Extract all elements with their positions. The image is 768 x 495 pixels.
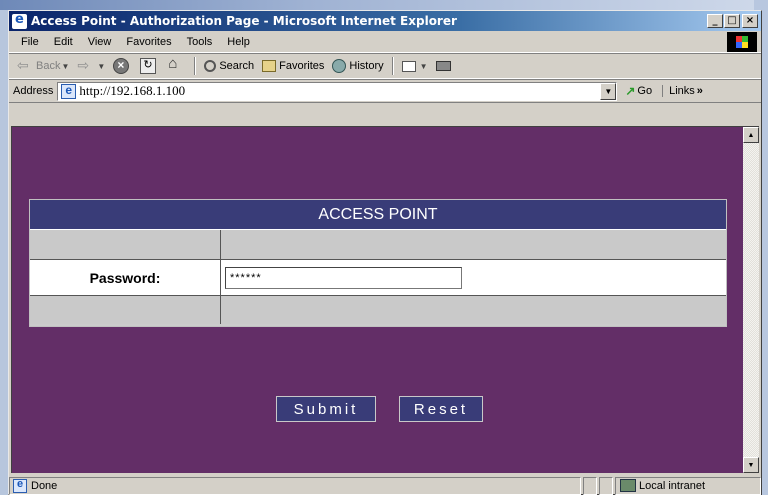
favorites-label: Favorites	[279, 60, 325, 72]
menu-file[interactable]: File	[15, 36, 48, 48]
zone-label: Local intranet	[639, 479, 706, 492]
history-button[interactable]: History	[328, 59, 387, 73]
page-content: ACCESS POINT Password: ****** Submit Res…	[11, 126, 759, 473]
address-label: Address	[13, 85, 54, 97]
mail-icon	[401, 60, 416, 72]
menu-help[interactable]: Help	[221, 36, 259, 48]
address-bar: Address http://192.168.1.100 ▼ ↗ Go Link…	[9, 79, 761, 103]
password-input[interactable]: ******	[225, 266, 462, 289]
links-button[interactable]: Links»	[662, 85, 703, 97]
back-arrow-icon	[17, 57, 33, 74]
vertical-scrollbar[interactable]: ▲ ▼	[743, 127, 759, 473]
close-button[interactable]: ×	[742, 14, 758, 28]
table-row	[30, 296, 726, 324]
printer-icon	[435, 61, 451, 71]
windows-logo-icon	[727, 32, 757, 52]
password-row: Password: ******	[30, 260, 726, 296]
minimize-button[interactable]: _	[707, 14, 723, 28]
table-cell	[221, 230, 726, 259]
history-label: History	[349, 60, 384, 72]
password-label: Password:	[30, 260, 221, 295]
local-intranet-icon	[620, 479, 636, 492]
reset-button[interactable]: Reset	[399, 396, 483, 422]
back-dropdown-icon[interactable]: ▼	[61, 62, 69, 71]
ie-window-icon[interactable]	[12, 12, 27, 29]
table-cell	[30, 230, 221, 259]
home-icon	[167, 55, 183, 74]
print-button[interactable]	[432, 61, 458, 71]
favorites-button[interactable]: Favorites	[258, 60, 328, 72]
desktop-background	[0, 0, 768, 10]
menu-edit[interactable]: Edit	[48, 36, 82, 48]
search-icon	[204, 60, 217, 72]
search-label: Search	[219, 60, 255, 72]
mail-button[interactable]: ▼	[398, 60, 432, 72]
table-cell	[221, 296, 726, 324]
back-label: Back	[36, 60, 61, 72]
back-button[interactable]: Back ▼	[13, 57, 73, 74]
scroll-down-icon[interactable]: ▼	[743, 457, 759, 473]
page-done-icon	[13, 478, 27, 493]
mail-dropdown-icon[interactable]: ▼	[420, 62, 428, 71]
address-dropdown-icon[interactable]: ▼	[600, 82, 617, 100]
title-bar[interactable]: Access Point - Authorization Page - Micr…	[9, 11, 761, 31]
history-icon	[332, 59, 347, 73]
home-button[interactable]	[163, 55, 190, 74]
refresh-icon	[140, 58, 157, 74]
table-cell	[30, 296, 221, 324]
page-icon	[61, 83, 77, 99]
browser-window: Access Point - Authorization Page - Micr…	[8, 10, 762, 495]
favorites-folder-icon	[262, 60, 277, 72]
status-zone: Local intranet	[615, 476, 761, 495]
links-label: Links	[669, 85, 695, 97]
forward-button[interactable]: ▼	[73, 57, 109, 74]
status-cell	[583, 476, 597, 495]
toolbar-separator	[194, 57, 197, 75]
refresh-button[interactable]	[136, 58, 163, 74]
password-cell: ******	[221, 260, 726, 295]
stop-icon	[113, 58, 130, 74]
login-table: ACCESS POINT Password: ******	[29, 199, 727, 327]
status-cell	[599, 476, 613, 495]
toolbar-separator	[391, 57, 394, 75]
status-main: Done	[9, 476, 581, 495]
forward-dropdown-icon[interactable]: ▼	[97, 62, 105, 71]
standard-toolbar: Back ▼ ▼ Search Favorites History	[9, 53, 761, 79]
address-url[interactable]: http://192.168.1.100	[79, 83, 185, 99]
window-title: Access Point - Authorization Page - Micr…	[31, 14, 457, 28]
menu-tools[interactable]: Tools	[181, 36, 222, 48]
menu-view[interactable]: View	[82, 36, 121, 48]
go-label: Go	[637, 85, 653, 97]
status-text: Done	[31, 479, 58, 492]
table-title: ACCESS POINT	[30, 200, 726, 230]
stop-button[interactable]	[109, 58, 136, 74]
scroll-up-icon[interactable]: ▲	[743, 127, 759, 143]
menu-favorites[interactable]: Favorites	[120, 36, 180, 48]
window-controls: _ □ ×	[706, 14, 758, 28]
menu-bar: File Edit View Favorites Tools Help	[9, 31, 761, 53]
chevron-right-icon: »	[696, 85, 703, 97]
address-input[interactable]: http://192.168.1.100 ▼	[57, 81, 618, 101]
status-bar: Done Local intranet	[9, 476, 761, 495]
go-button[interactable]: ↗ Go	[625, 84, 652, 98]
go-arrow-icon: ↗	[625, 84, 636, 98]
submit-button[interactable]: Submit	[276, 396, 376, 422]
search-button[interactable]: Search	[200, 60, 258, 72]
forward-arrow-icon	[77, 57, 93, 74]
maximize-button[interactable]: □	[724, 14, 740, 28]
table-row	[30, 230, 726, 260]
